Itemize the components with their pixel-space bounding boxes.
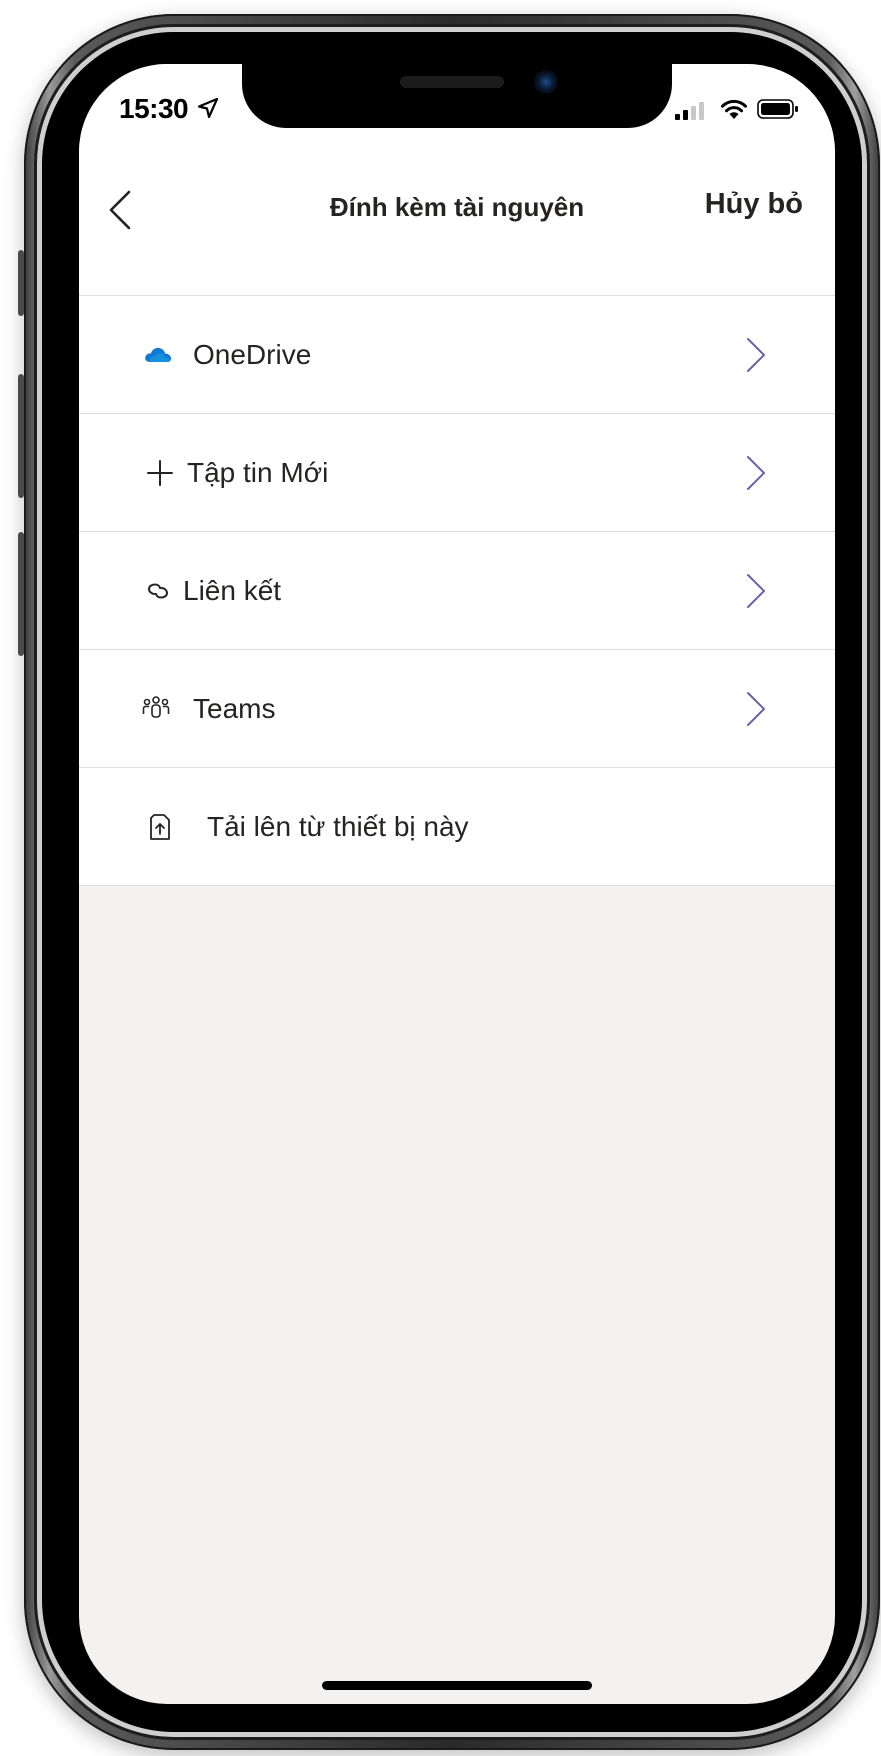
cancel-button[interactable]: Hủy bỏ xyxy=(705,188,803,221)
list-item-onedrive[interactable]: OneDrive xyxy=(79,296,835,414)
page: 15:30 Đính kèm tài nguyên Hủy bỏ OneDriv… xyxy=(0,0,881,1756)
list-item-teams[interactable]: Teams xyxy=(79,650,835,768)
chevron-right-icon xyxy=(747,456,765,490)
location-arrow-icon xyxy=(197,97,219,119)
screen: 15:30 Đính kèm tài nguyên Hủy bỏ OneDriv… xyxy=(79,64,835,1704)
teams-people-icon xyxy=(142,696,170,718)
status-time: 15:30 xyxy=(119,93,189,124)
list-item-label: Tải lên từ thiết bị này xyxy=(207,811,469,842)
list-item-label: Teams xyxy=(193,693,276,724)
battery-icon xyxy=(757,99,798,119)
front-camera xyxy=(534,70,558,94)
upload-file-icon xyxy=(150,814,170,840)
link-icon xyxy=(147,583,169,599)
chevron-right-icon xyxy=(747,338,765,372)
chevron-right-icon xyxy=(747,574,765,608)
back-button[interactable] xyxy=(105,182,145,238)
speaker xyxy=(400,76,504,88)
volume-down-button xyxy=(18,532,24,656)
cellular-signal-icon xyxy=(675,102,704,120)
list-item-new-file[interactable]: Tập tin Mới xyxy=(79,414,835,532)
onedrive-cloud-icon xyxy=(145,347,171,362)
silent-switch xyxy=(18,250,24,316)
chevron-right-icon xyxy=(747,692,765,726)
nav-header: Đính kèm tài nguyên Hủy bỏ xyxy=(79,150,835,296)
list-item-upload-from-device[interactable]: Tải lên từ thiết bị này xyxy=(79,768,835,886)
list-item-label: OneDrive xyxy=(193,339,312,370)
wifi-icon xyxy=(721,99,747,119)
notch xyxy=(242,64,672,128)
home-indicator[interactable] xyxy=(322,1681,592,1690)
plus-icon xyxy=(147,460,173,486)
attach-options-list: OneDrive Tập tin Mới Liên kết Teams Tải … xyxy=(79,296,835,886)
page-title: Đính kèm tài nguyên xyxy=(329,192,585,222)
list-item-label: Liên kết xyxy=(183,575,282,606)
volume-up-button xyxy=(18,374,24,498)
chevron-left-icon xyxy=(109,190,131,230)
list-item-link[interactable]: Liên kết xyxy=(79,532,835,650)
list-item-label: Tập tin Mới xyxy=(187,457,329,488)
